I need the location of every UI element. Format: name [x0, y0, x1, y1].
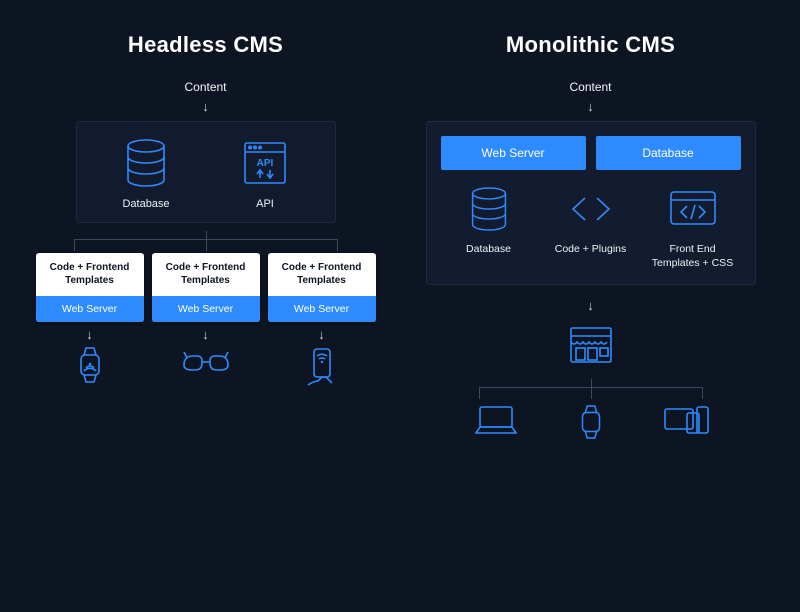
mono-frontend-item: Front End Templates + CSS — [645, 186, 741, 270]
database-item: Database — [91, 138, 201, 210]
frontend-card: Code + Frontend Templates Web Server — [36, 253, 144, 322]
card-top-label: Code + Frontend Templates — [152, 253, 260, 296]
database-block: Database — [596, 136, 741, 170]
mono-code-label: Code + Plugins — [555, 242, 627, 256]
frontend-card: Code + Frontend Templates Web Server — [268, 253, 376, 322]
card-bottom-label: Web Server — [268, 296, 376, 322]
smart-glasses-icon — [152, 345, 260, 389]
mono-code-item: Code + Plugins — [543, 186, 639, 270]
database-icon — [468, 186, 510, 232]
card-top-label: Code + Frontend Templates — [36, 253, 144, 296]
laptop-icon — [461, 403, 531, 441]
mono-top-row: Web Server Database — [441, 136, 741, 170]
api-item: API API — [210, 138, 320, 210]
branch-connector-left — [56, 231, 356, 253]
arrow-down-icon: ↓ — [587, 100, 594, 113]
phone-nfc-icon — [268, 345, 376, 389]
headless-backend-box: Database API API — [76, 121, 336, 223]
database-icon — [123, 138, 169, 188]
content-label-left: Content — [184, 80, 226, 94]
multi-device-icon — [651, 403, 721, 441]
devices-row-right — [461, 403, 721, 441]
webserver-block: Web Server — [441, 136, 586, 170]
monolithic-title: Monolithic CMS — [506, 32, 675, 58]
arrow-down-icon: ↓ — [268, 328, 376, 341]
smartwatch-icon — [556, 403, 626, 441]
card-bottom-label: Web Server — [152, 296, 260, 322]
database-label: Database — [122, 198, 169, 210]
arrows-row: ↓ ↓ ↓ — [36, 328, 376, 341]
mono-db-label: Database — [466, 242, 511, 256]
api-label: API — [256, 198, 274, 210]
devices-row-left — [36, 345, 376, 389]
code-icon — [567, 186, 615, 232]
arrow-down-icon: ↓ — [152, 328, 260, 341]
api-icon: API — [240, 138, 290, 188]
headless-cms-panel: Headless CMS Content ↓ Database API API — [18, 20, 393, 592]
mono-bottom-row: Database Code + Plugins Front End Templa… — [441, 186, 741, 270]
browser-code-icon — [667, 186, 719, 232]
card-bottom-label: Web Server — [36, 296, 144, 322]
monolithic-cms-panel: Monolithic CMS Content ↓ Web Server Data… — [403, 20, 778, 592]
arrow-down-icon: ↓ — [587, 299, 594, 312]
arrow-down-icon: ↓ — [202, 100, 209, 113]
frontend-card: Code + Frontend Templates Web Server — [152, 253, 260, 322]
mono-frontend-label: Front End Templates + CSS — [652, 242, 733, 270]
svg-text:API: API — [257, 158, 274, 169]
frontend-cards-row: Code + Frontend Templates Web Server Cod… — [36, 253, 376, 322]
smartwatch-icon — [36, 345, 144, 389]
mono-database-item: Database — [441, 186, 537, 270]
content-label-right: Content — [569, 80, 611, 94]
branch-connector-right — [461, 379, 721, 401]
arrow-down-icon: ↓ — [36, 328, 144, 341]
storefront-icon — [566, 324, 616, 371]
headless-title: Headless CMS — [128, 32, 283, 58]
monolithic-backend-box: Web Server Database Database Code + Plug… — [426, 121, 756, 285]
card-top-label: Code + Frontend Templates — [268, 253, 376, 296]
